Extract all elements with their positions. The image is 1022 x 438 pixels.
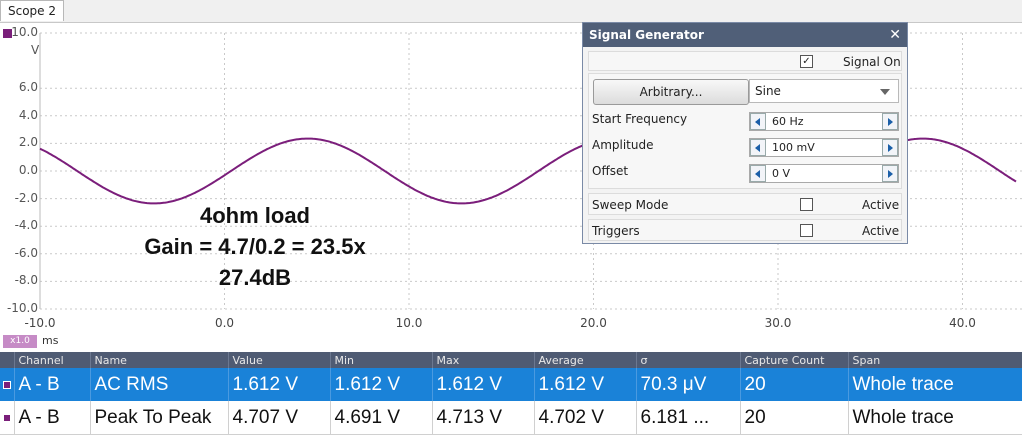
cell-count: 20 bbox=[740, 401, 849, 435]
column-header[interactable]: Max bbox=[432, 352, 535, 368]
decrement-arrow-icon[interactable] bbox=[750, 113, 766, 130]
y-tick-label: 10.0 bbox=[11, 25, 38, 39]
y-unit-label: V bbox=[31, 43, 40, 57]
offset-spinner[interactable]: 0 V bbox=[749, 164, 899, 183]
offset-value[interactable]: 0 V bbox=[772, 165, 790, 182]
signal-generator-titlebar[interactable]: Signal Generator ✕ bbox=[583, 23, 907, 47]
cell-channel: A - B bbox=[14, 401, 91, 435]
offset-label: Offset bbox=[592, 164, 629, 178]
column-header[interactable]: Channel bbox=[14, 352, 91, 368]
cell-name: AC RMS bbox=[90, 368, 229, 401]
waveform-value: Sine bbox=[755, 84, 781, 98]
waveform-select[interactable]: Sine bbox=[749, 79, 899, 103]
table-row[interactable]: A - B AC RMS 1.612 V 1.612 V 1.612 V 1.6… bbox=[0, 368, 1022, 401]
column-header[interactable]: Value bbox=[228, 352, 331, 368]
row-marker bbox=[0, 401, 15, 435]
amplitude-spinner[interactable]: 100 mV bbox=[749, 138, 899, 157]
cell-min: 4.691 V bbox=[330, 401, 433, 435]
triggers-active-label: Active bbox=[862, 224, 900, 238]
cell-sigma: 6.181 ... bbox=[636, 401, 741, 435]
cell-average: 4.702 V bbox=[534, 401, 637, 435]
signal-on-checkbox[interactable]: ✓ bbox=[800, 55, 813, 68]
start-frequency-value[interactable]: 60 Hz bbox=[772, 113, 804, 130]
start-frequency-label: Start Frequency bbox=[592, 112, 688, 126]
amplitude-label: Amplitude bbox=[592, 138, 654, 152]
column-header[interactable]: Min bbox=[330, 352, 433, 368]
y-tick-label: -4.0 bbox=[14, 218, 38, 233]
tab-scope-2[interactable]: Scope 2 bbox=[0, 0, 64, 21]
column-header[interactable]: Name bbox=[90, 352, 229, 368]
x-tick-label: 0.0 bbox=[214, 316, 235, 330]
y-tick-label: -2.0 bbox=[14, 190, 38, 205]
tab-bar: Scope 2 bbox=[0, 0, 1022, 23]
increment-arrow-icon[interactable] bbox=[882, 165, 898, 182]
triggers-checkbox[interactable] bbox=[800, 224, 813, 237]
y-tick-label: -8.0 bbox=[14, 273, 38, 288]
column-header[interactable]: Average bbox=[534, 352, 637, 368]
cell-value: 1.612 V bbox=[228, 368, 331, 401]
decrement-arrow-icon[interactable] bbox=[750, 165, 766, 182]
y-tick-label: -6.0 bbox=[14, 245, 38, 260]
zoom-indicator[interactable]: x1.0 bbox=[3, 335, 37, 348]
cell-channel: A - B bbox=[14, 368, 91, 401]
load-annotation: 4ohm load Gain = 4.7/0.2 = 23.5x 27.4dB bbox=[110, 200, 400, 293]
y-tick-label: 2.0 bbox=[18, 135, 38, 150]
cell-value: 4.707 V bbox=[228, 401, 331, 435]
cell-sigma: 70.3 μV bbox=[636, 368, 741, 401]
x-tick-label: 10.0 bbox=[395, 316, 423, 330]
x-tick-label: -10.0 bbox=[24, 316, 56, 330]
x-unit-label: ms bbox=[42, 334, 59, 347]
signal-on-label: Signal On bbox=[843, 55, 901, 69]
cell-min: 1.612 V bbox=[330, 368, 433, 401]
cell-span: Whole trace bbox=[848, 401, 1022, 435]
cell-span: Whole trace bbox=[848, 368, 1022, 401]
y-tick-label: 4.0 bbox=[18, 107, 38, 122]
x-tick-label: 30.0 bbox=[764, 316, 792, 330]
start-frequency-spinner[interactable]: 60 Hz bbox=[749, 112, 899, 131]
decrement-arrow-icon[interactable] bbox=[750, 139, 766, 156]
sweep-active-label: Active bbox=[862, 198, 900, 212]
column-header[interactable]: Capture Count bbox=[740, 352, 849, 368]
annotation-line-2: Gain = 4.7/0.2 = 23.5x bbox=[144, 234, 366, 259]
x-tick-label: 20.0 bbox=[580, 316, 607, 330]
header-marker bbox=[0, 352, 15, 368]
cell-count: 20 bbox=[740, 368, 849, 401]
increment-arrow-icon[interactable] bbox=[882, 139, 898, 156]
table-header: Channel Name Value Min Max Average σ Cap… bbox=[0, 352, 1022, 368]
sweep-mode-checkbox[interactable] bbox=[800, 198, 813, 211]
cell-average: 1.612 V bbox=[534, 368, 637, 401]
signal-generator-panel: Signal Generator ✕ ✓ Signal On Arbitrary… bbox=[582, 22, 908, 244]
y-tick-label: 6.0 bbox=[18, 80, 38, 95]
annotation-line-3: 27.4dB bbox=[218, 265, 292, 290]
annotation-line-1: 4ohm load bbox=[199, 203, 310, 228]
arbitrary-button[interactable]: Arbitrary... bbox=[593, 79, 749, 105]
signal-generator-title: Signal Generator bbox=[589, 28, 704, 42]
amplitude-value[interactable]: 100 mV bbox=[772, 139, 815, 156]
x-tick-label: 40.0 bbox=[949, 316, 976, 330]
column-header[interactable]: σ bbox=[636, 352, 741, 368]
y-tick-label: -10.0 bbox=[6, 301, 38, 315]
cell-name: Peak To Peak bbox=[90, 401, 229, 435]
y-tick-label: 0.0 bbox=[18, 163, 38, 177]
chevron-down-icon bbox=[880, 89, 890, 95]
measurements-table: Channel Name Value Min Max Average σ Cap… bbox=[0, 352, 1022, 435]
close-icon[interactable]: ✕ bbox=[889, 23, 901, 47]
cell-max: 4.713 V bbox=[432, 401, 535, 435]
table-row[interactable]: A - B Peak To Peak 4.707 V 4.691 V 4.713… bbox=[0, 401, 1022, 435]
cell-max: 1.612 V bbox=[432, 368, 535, 401]
column-header[interactable]: Span bbox=[848, 352, 1022, 368]
sweep-mode-label: Sweep Mode bbox=[592, 198, 669, 212]
increment-arrow-icon[interactable] bbox=[882, 113, 898, 130]
row-marker bbox=[0, 368, 15, 401]
triggers-label: Triggers bbox=[592, 224, 640, 238]
